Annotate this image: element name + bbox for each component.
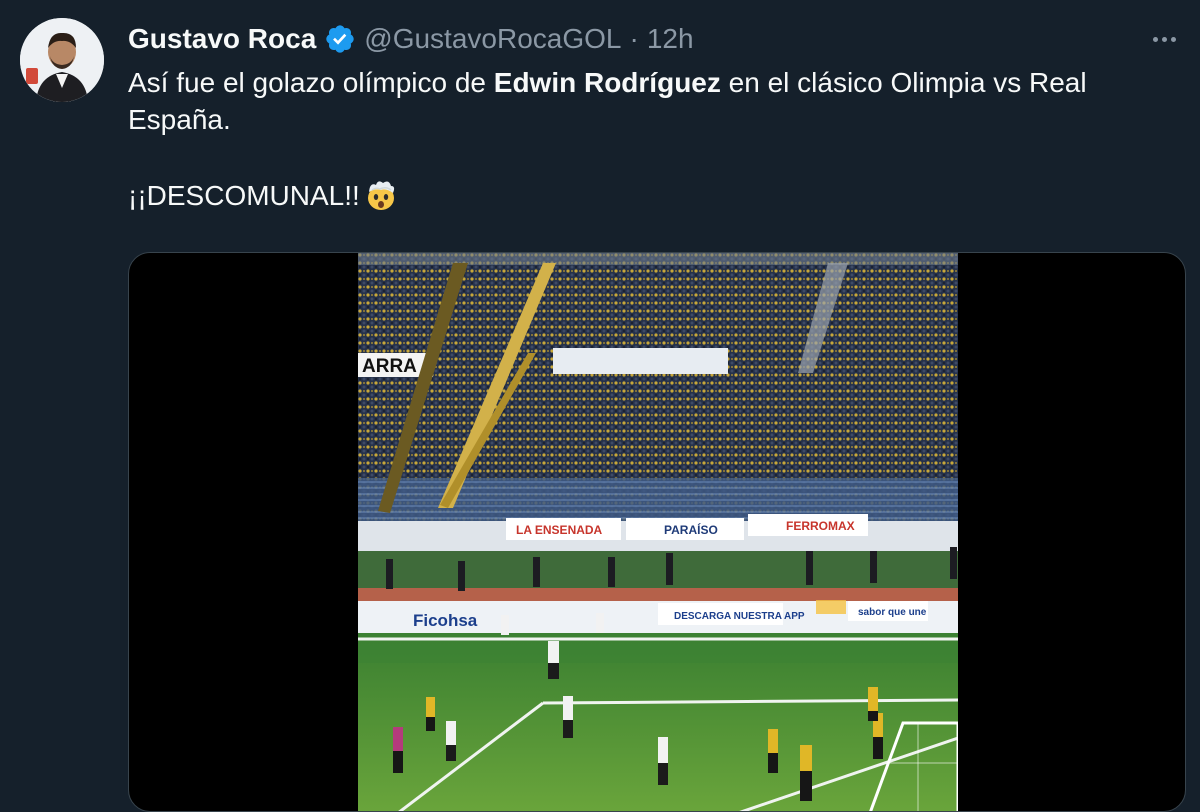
tweet-text: Así fue el golazo olímpico de Edwin Rodr…: [128, 64, 1173, 214]
stadium-banner-text: ARRA: [362, 356, 417, 377]
ad-board-4: Ficohsa: [413, 611, 478, 630]
tweet-header: Gustavo Roca @GustavoRocaGOL · 12h: [128, 20, 694, 58]
mention-bold-name: Edwin Rodríguez: [493, 67, 721, 98]
exploding-head-emoji: [364, 178, 398, 212]
author-name[interactable]: Gustavo Roca: [128, 23, 316, 55]
tweet[interactable]: Gustavo Roca @GustavoRocaGOL · 12h Así f…: [0, 0, 1200, 812]
verified-badge-icon: [324, 23, 356, 55]
tweet-timestamp[interactable]: 12h: [647, 23, 694, 55]
author-handle[interactable]: @GustavoRocaGOL: [364, 23, 621, 55]
ad-board-6: sabor que une: [858, 607, 927, 618]
tweet-line-1: Así fue el golazo olímpico de Edwin Rodr…: [128, 67, 1087, 135]
tweet-line-2: ¡¡DESCOMUNAL!!: [128, 177, 1173, 214]
avatar-photo: [20, 18, 104, 102]
ad-board-3: FERROMAX: [786, 519, 855, 533]
video-frame: ARRA LA ENSENADA PARAÍSO FERROMAX Ficohs…: [358, 253, 958, 811]
ad-board-2: PARAÍSO: [664, 522, 718, 537]
tweet-media[interactable]: ARRA LA ENSENADA PARAÍSO FERROMAX Ficohs…: [128, 252, 1186, 812]
ad-board-5: DESCARGA NUESTRA APP: [674, 611, 805, 622]
header-separator: ·: [629, 23, 639, 54]
more-options-icon[interactable]: [1144, 22, 1184, 56]
ad-board-1: LA ENSENADA: [516, 523, 603, 537]
avatar[interactable]: [20, 18, 104, 102]
video-player[interactable]: ARRA LA ENSENADA PARAÍSO FERROMAX Ficohs…: [358, 253, 958, 811]
